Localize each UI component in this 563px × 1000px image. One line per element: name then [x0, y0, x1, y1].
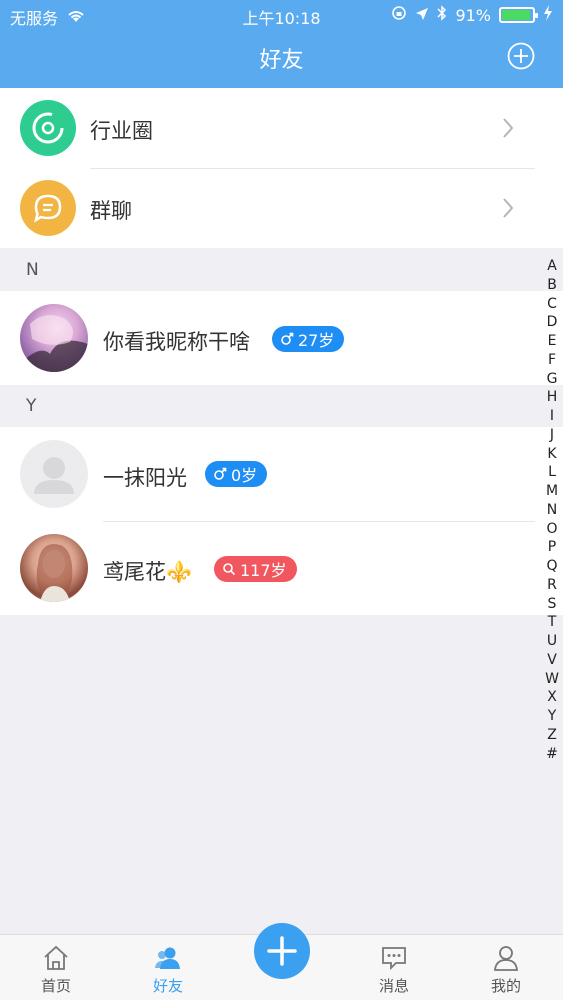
age-badge: 27岁 — [272, 326, 345, 352]
friend-list-n: 你看我昵称干啥 27岁 — [0, 291, 563, 385]
friend-name: 鸢尾花⚜️ — [103, 560, 193, 584]
index-letter-d[interactable]: D — [545, 313, 559, 332]
avatar — [20, 440, 88, 508]
chevron-right-icon — [503, 198, 514, 218]
add-friend-button[interactable] — [507, 42, 535, 70]
default-avatar-icon — [34, 457, 74, 494]
index-letter-l[interactable]: L — [545, 463, 559, 482]
tab-label: 我的 — [490, 977, 521, 995]
index-letter-a[interactable]: A — [545, 257, 559, 276]
male-icon — [214, 467, 227, 480]
battery-icon — [499, 7, 538, 23]
bluetooth-icon — [437, 5, 447, 25]
battery-percent: 91% — [455, 5, 491, 25]
index-letter-k[interactable]: K — [545, 445, 559, 464]
shortcut-label: 行业圈 — [90, 119, 153, 143]
section-header-y: Y — [0, 385, 563, 427]
friend-list-y: 一抹阳光 0岁 鸢尾花⚜️ 117岁 — [0, 427, 563, 615]
index-letter-i[interactable]: I — [545, 407, 559, 426]
index-letter-c[interactable]: C — [545, 295, 559, 314]
status-right: 91% — [391, 5, 553, 25]
tab-add-button[interactable] — [254, 923, 310, 979]
tab-profile[interactable]: 我的 — [461, 943, 551, 996]
index-letter-w[interactable]: W — [545, 670, 559, 689]
status-bar: 无服务 上午10:18 91% — [0, 0, 563, 30]
age-text: 27岁 — [298, 331, 335, 350]
age-text: 117岁 — [240, 561, 287, 580]
index-letter-n[interactable]: N — [545, 501, 559, 520]
index-letter-r[interactable]: R — [545, 576, 559, 595]
tab-label: 首页 — [40, 977, 71, 995]
tab-friends[interactable]: 好友 — [123, 943, 213, 996]
shortcut-industry-circle[interactable]: 行业圈 — [0, 88, 563, 168]
index-letter-p[interactable]: P — [545, 538, 559, 557]
tab-label: 消息 — [378, 977, 409, 995]
index-letter-f[interactable]: F — [545, 351, 559, 370]
top-bar: 无服务 上午10:18 91% 好友 — [0, 0, 563, 88]
friend-row[interactable]: 一抹阳光 0岁 — [0, 427, 563, 521]
index-letter-o[interactable]: O — [545, 520, 559, 539]
index-letter-y[interactable]: Y — [545, 707, 559, 726]
profile-icon — [494, 946, 518, 971]
friend-row[interactable]: 鸢尾花⚜️ 117岁 — [0, 522, 563, 615]
avatar — [20, 534, 88, 602]
avatar — [20, 304, 88, 372]
industry-circle-icon — [20, 100, 76, 156]
tab-label: 好友 — [152, 977, 183, 995]
charging-icon — [543, 5, 553, 25]
shortcut-group-chat[interactable]: 群聊 — [0, 169, 563, 248]
tab-bar: 首页 好友 消息 我的 — [0, 923, 563, 1000]
home-icon — [44, 945, 68, 970]
shortcut-label: 群聊 — [90, 199, 132, 223]
section-header-n: N — [0, 249, 563, 291]
orientation-lock-icon — [391, 5, 407, 25]
alphabet-index[interactable]: A B C D E F G H I J K L M N O P Q R S T U V W X Y Z # — [545, 257, 559, 763]
shortcut-list: 行业圈 群聊 — [0, 88, 563, 248]
female-icon — [223, 563, 236, 576]
age-text: 0岁 — [231, 466, 258, 485]
index-letter-s[interactable]: S — [545, 595, 559, 614]
friend-name: 一抹阳光 — [103, 466, 187, 490]
index-letter-hash[interactable]: # — [545, 745, 559, 764]
index-letter-t[interactable]: T — [545, 613, 559, 632]
index-letter-v[interactable]: V — [545, 651, 559, 670]
location-icon — [415, 6, 429, 25]
index-letter-x[interactable]: X — [545, 688, 559, 707]
male-icon — [281, 332, 294, 345]
index-letter-h[interactable]: H — [545, 388, 559, 407]
tab-home[interactable]: 首页 — [11, 943, 101, 996]
index-letter-q[interactable]: Q — [545, 557, 559, 576]
add-circle-icon — [507, 42, 535, 70]
index-letter-u[interactable]: U — [545, 632, 559, 651]
chevron-right-icon — [503, 118, 514, 138]
age-badge: 0岁 — [205, 461, 268, 487]
tab-messages[interactable]: 消息 — [349, 943, 439, 996]
message-icon — [382, 947, 406, 971]
page-title: 好友 — [259, 48, 304, 73]
index-letter-m[interactable]: M — [545, 482, 559, 501]
friend-row[interactable]: 你看我昵称干啥 27岁 — [0, 291, 563, 385]
add-icon — [267, 936, 297, 966]
age-badge: 117岁 — [214, 556, 297, 582]
index-letter-j[interactable]: J — [545, 426, 559, 445]
index-letter-b[interactable]: B — [545, 276, 559, 295]
friend-name: 你看我昵称干啥 — [103, 330, 250, 354]
index-letter-z[interactable]: Z — [545, 726, 559, 745]
friends-icon — [155, 947, 180, 969]
group-chat-icon — [20, 180, 76, 236]
index-letter-e[interactable]: E — [545, 332, 559, 351]
index-letter-g[interactable]: G — [545, 370, 559, 389]
